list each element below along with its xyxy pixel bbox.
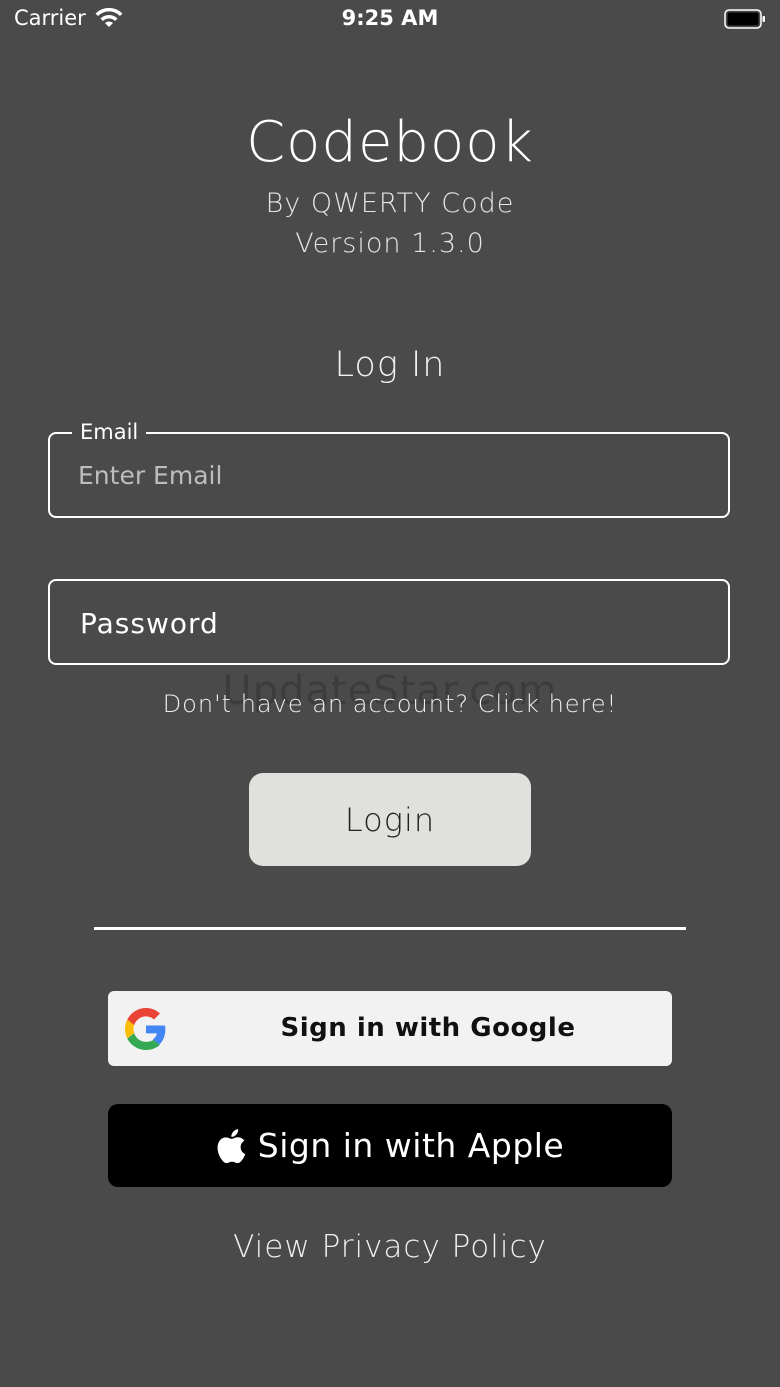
- app-byline: By QWERTY Code: [265, 188, 515, 219]
- battery-icon: [724, 9, 765, 29]
- status-bar: Carrier 9:25 AM: [0, 0, 780, 40]
- password-placeholder: Password: [80, 607, 219, 640]
- app-title: Codebook: [246, 110, 534, 175]
- apple-signin-button[interactable]: Sign in with Apple: [108, 1104, 672, 1187]
- google-signin-label: Sign in with Google: [280, 1013, 576, 1043]
- app-version: Version 1.3.0: [295, 228, 485, 259]
- privacy-policy-link[interactable]: View Privacy Policy: [0, 1229, 780, 1265]
- status-time: 9:25 AM: [341, 6, 439, 30]
- login-heading: Log In: [334, 345, 446, 385]
- google-signin-button[interactable]: Sign in with Google: [108, 991, 672, 1066]
- signup-link[interactable]: Don't have an account? Click here!: [0, 690, 780, 718]
- divider: [94, 927, 686, 930]
- login-button[interactable]: Login: [249, 773, 531, 866]
- password-field[interactable]: Password: [48, 579, 730, 665]
- apple-logo-icon: [217, 1128, 245, 1163]
- email-input[interactable]: [78, 434, 698, 516]
- apple-signin-label: Sign in with Apple: [257, 1126, 565, 1165]
- email-field[interactable]: Email: [48, 420, 730, 518]
